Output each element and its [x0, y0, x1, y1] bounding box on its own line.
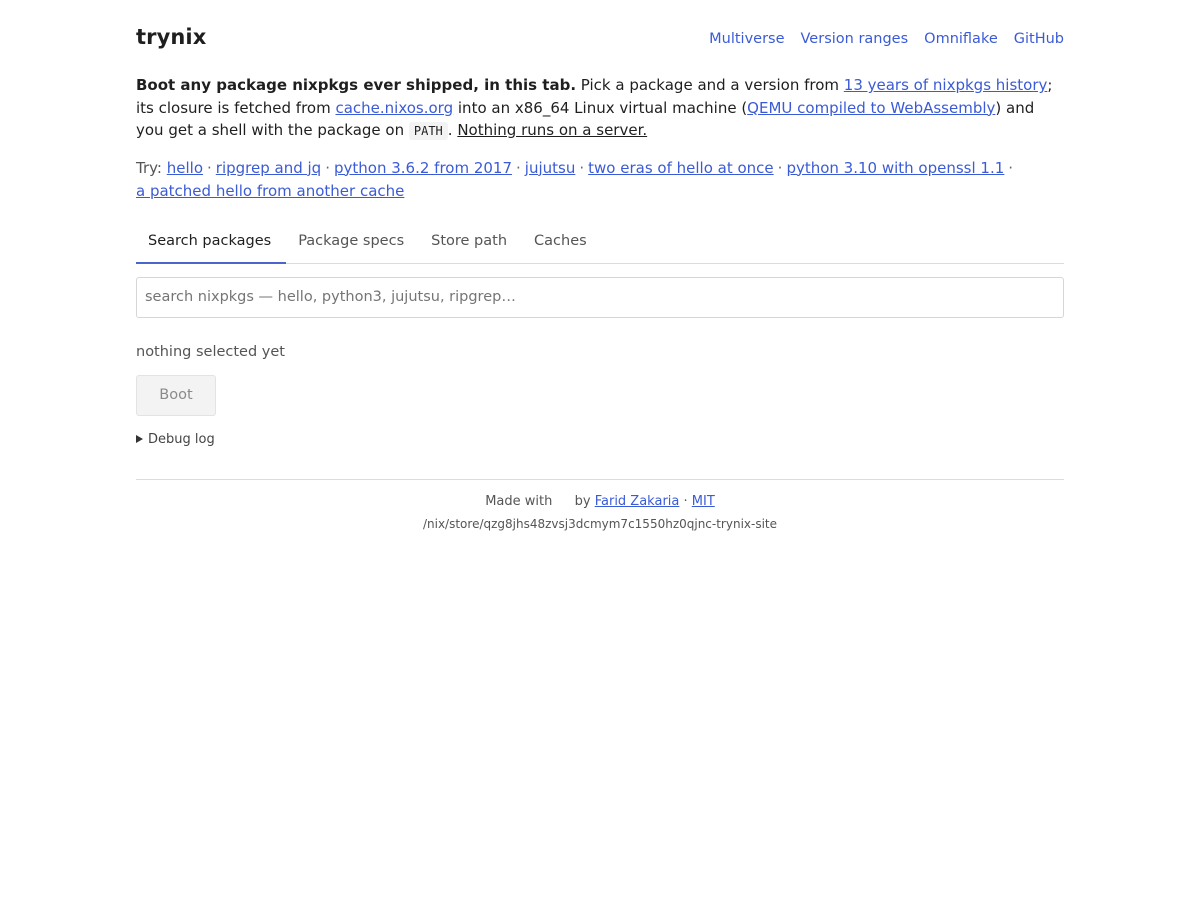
path-code: PATH: [408, 122, 448, 140]
by-text: by: [574, 493, 591, 509]
cache-nixos-link[interactable]: cache.nixos.org: [335, 99, 453, 117]
tab-caches[interactable]: Caches: [522, 225, 602, 263]
nixpkgs-history-link[interactable]: 13 years of nixpkgs history: [844, 76, 1048, 94]
nav-link-omniflake[interactable]: Omniflake: [924, 31, 998, 47]
debug-log-label: Debug log: [148, 431, 215, 447]
separator: ·: [579, 158, 585, 177]
try-link-patched-hello[interactable]: a patched hello from another cache: [136, 182, 404, 200]
selection-status: nothing selected yet: [136, 343, 285, 360]
package-search-input[interactable]: [136, 276, 1064, 318]
separator: ·: [516, 158, 521, 177]
try-link-hello[interactable]: hello: [167, 159, 203, 177]
nav-link-version-ranges[interactable]: Version ranges: [801, 31, 909, 47]
separator: ·: [777, 158, 783, 177]
try-link-python-362[interactable]: python 3.6.2 from 2017: [334, 159, 512, 177]
disclosure-triangle-icon: [136, 435, 143, 443]
intro-lead: Boot any package nixpkgs ever shipped, i…: [136, 76, 577, 94]
author-link[interactable]: Farid Zakaria: [595, 494, 680, 509]
nav-link-github[interactable]: GitHub: [1014, 31, 1064, 47]
separator: ·: [1008, 158, 1014, 177]
top-nav: Multiverse Version ranges Omniflake GitH…: [709, 31, 1064, 47]
debug-log-toggle[interactable]: Debug log: [136, 432, 1064, 447]
try-link-jujutsu[interactable]: jujutsu: [525, 159, 576, 177]
separator: ·: [683, 493, 688, 509]
intro-text-5: .: [447, 121, 458, 139]
page-container: trynix Multiverse Version ranges Omnifla…: [136, 0, 1064, 531]
try-label: Try:: [136, 158, 162, 177]
nav-link-multiverse[interactable]: Multiverse: [709, 31, 784, 47]
tab-bar: Search packages Package specs Store path…: [136, 225, 1064, 264]
footer: Made with by Farid Zakaria · MIT /nix/st…: [136, 494, 1064, 531]
made-with-text: Made with: [485, 493, 553, 509]
license-link[interactable]: MIT: [692, 494, 715, 509]
tab-store-path[interactable]: Store path: [419, 225, 522, 263]
header: trynix Multiverse Version ranges Omnifla…: [136, 0, 1064, 74]
try-link-python-310-openssl[interactable]: python 3.10 with openssl 1.1: [786, 159, 1004, 177]
intro-text-3: into an x86_64 Linux virtual machine (: [453, 98, 748, 117]
try-examples: Try: hello · ripgrep and jq · python 3.6.2 f…: [136, 157, 1064, 203]
no-server-note: Nothing runs on a server.: [457, 121, 648, 139]
intro-text-1: Pick a package and a version from: [576, 76, 844, 94]
site-title: trynix: [136, 25, 207, 49]
intro-paragraph: Boot any package nixpkgs ever shipped, i…: [136, 74, 1064, 143]
store-path-text: /nix/store/qzg8jhs48zvsj3dcmym7c1550hz0q…: [422, 516, 778, 531]
qemu-wasm-link[interactable]: QEMU compiled to WebAssembly: [747, 99, 995, 117]
try-link-two-eras-hello[interactable]: two eras of hello at once: [588, 159, 774, 177]
footer-divider: [136, 478, 1064, 480]
separator: ·: [325, 158, 330, 177]
tab-search-packages[interactable]: Search packages: [136, 225, 287, 264]
try-link-ripgrep-jq[interactable]: ripgrep and jq: [216, 159, 321, 177]
separator: ·: [207, 158, 212, 177]
boot-button[interactable]: Boot: [136, 374, 216, 416]
footer-credits: Made with by Farid Zakaria · MIT: [136, 494, 1064, 509]
tab-package-specs[interactable]: Package specs: [286, 225, 419, 263]
